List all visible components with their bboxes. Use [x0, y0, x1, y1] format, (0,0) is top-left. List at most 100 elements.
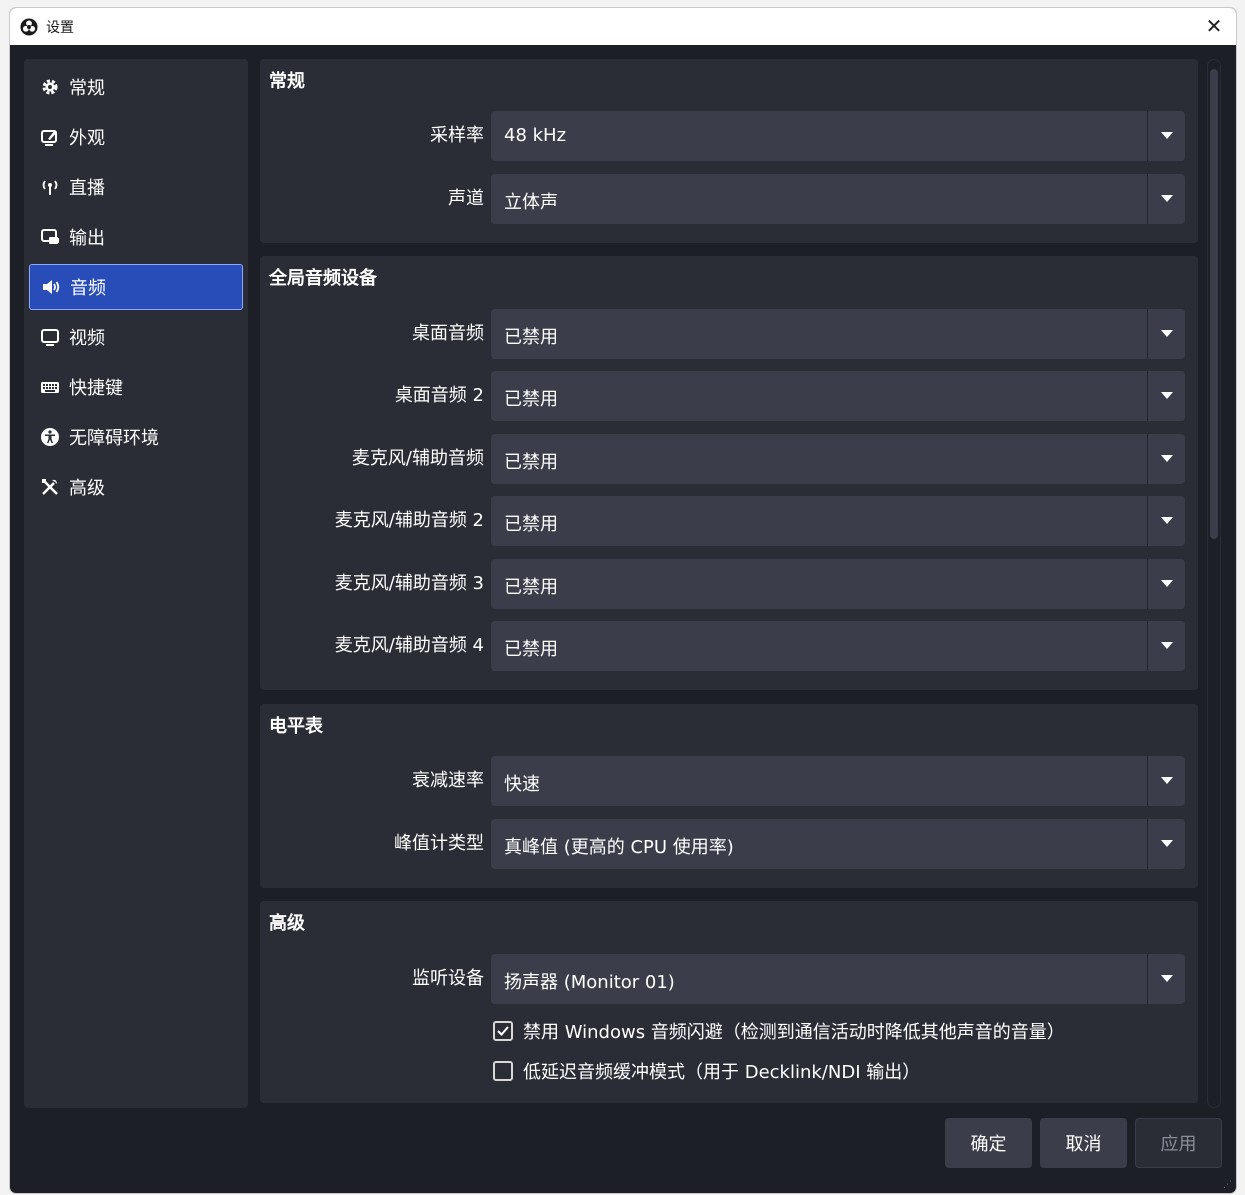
select-divider [1147, 111, 1148, 161]
select-value: 已禁用 [504, 577, 558, 598]
chevron-down-icon [1161, 777, 1173, 784]
antenna-icon [39, 176, 61, 198]
select-divider [1147, 496, 1148, 546]
global-audio-group: 全局音频设备 桌面音频 已禁用 桌面音频 2 已禁用 麦克风/辅助音频 已禁用 … [260, 256, 1198, 690]
peak-meter-type-select[interactable]: 真峰值 (更高的 CPU 使用率) [491, 819, 1185, 869]
close-icon: ✕ [1205, 14, 1223, 38]
window-title: 设置 [46, 19, 74, 36]
select-divider [1147, 434, 1148, 484]
decay-rate-label: 衰减速率 [412, 770, 484, 791]
sidebar-item-advanced[interactable]: 高级 [29, 464, 243, 510]
select-divider [1147, 756, 1148, 806]
chevron-down-icon [1161, 330, 1173, 337]
group-title: 电平表 [269, 716, 323, 737]
chevron-down-icon [1161, 132, 1173, 139]
chevron-down-icon [1161, 975, 1173, 982]
select-divider [1147, 371, 1148, 421]
select-divider [1147, 309, 1148, 359]
settings-sidebar: 常规 外观 直播 输出 音频 视频 快捷键 无障碍环境 高级 [24, 59, 248, 1108]
select-value: 已禁用 [504, 327, 558, 348]
cancel-button[interactable]: 取消 [1040, 1118, 1127, 1168]
desktop-audio-2-select[interactable]: 已禁用 [491, 371, 1185, 421]
output-icon [39, 226, 61, 248]
select-value: 真峰值 (更高的 CPU 使用率) [504, 837, 734, 858]
chevron-down-icon [1161, 840, 1173, 847]
group-title: 高级 [269, 913, 305, 934]
content-scrollbar[interactable] [1207, 59, 1221, 1108]
channels-select[interactable]: 立体声 [491, 174, 1185, 224]
sidebar-item-label: 视频 [69, 328, 105, 349]
decay-rate-select[interactable]: 快速 [491, 756, 1185, 806]
monitoring-device-select[interactable]: 扬声器 (Monitor 01) [491, 954, 1185, 1004]
meters-group: 电平表 衰减速率 快速 峰值计类型 真峰值 (更高的 CPU 使用率) [260, 704, 1198, 888]
settings-content: 常规 采样率 48 kHz 声道 立体声 全局音频设备 桌面音频 已禁用 桌面音… [260, 59, 1198, 1108]
mic-aux-4-label: 麦克风/辅助音频 4 [334, 635, 484, 656]
sidebar-item-label: 外观 [69, 128, 105, 149]
scroll-thumb[interactable] [1210, 69, 1218, 539]
checkmark-icon [497, 1026, 509, 1036]
sidebar-item-label: 高级 [69, 478, 105, 499]
select-value: 立体声 [504, 192, 558, 213]
settings-window: 设置 ✕ 常规 外观 直播 输出 音频 视频 快捷键 无障碍环境 高级 常规 采… [10, 8, 1236, 1193]
sidebar-item-stream[interactable]: 直播 [29, 164, 243, 210]
advanced-group: 高级 监听设备 扬声器 (Monitor 01) 禁用 Windows 音频闪避… [260, 901, 1198, 1103]
select-divider [1147, 174, 1148, 224]
low-latency-checkbox[interactable]: 低延迟音频缓冲模式（用于 Decklink/NDI 输出） [493, 1058, 920, 1084]
select-value: 已禁用 [504, 514, 558, 535]
monitor-icon [39, 326, 61, 348]
sidebar-item-label: 快捷键 [69, 378, 123, 399]
sidebar-item-video[interactable]: 视频 [29, 314, 243, 360]
sidebar-item-label: 常规 [69, 78, 105, 99]
ok-button[interactable]: 确定 [945, 1118, 1032, 1168]
mic-aux-3-select[interactable]: 已禁用 [491, 559, 1185, 609]
checkbox-label: 低延迟音频缓冲模式（用于 Decklink/NDI 输出） [523, 1062, 921, 1083]
chevron-down-icon [1161, 642, 1173, 649]
general-group: 常规 采样率 48 kHz 声道 立体声 [260, 59, 1198, 243]
select-value: 已禁用 [504, 389, 558, 410]
sidebar-item-hotkeys[interactable]: 快捷键 [29, 364, 243, 410]
sidebar-item-accessibility[interactable]: 无障碍环境 [29, 414, 243, 460]
select-value: 快速 [504, 774, 540, 795]
checkbox-checked[interactable] [493, 1021, 513, 1041]
group-title: 常规 [269, 71, 305, 92]
accessibility-icon [39, 426, 61, 448]
mic-aux-select[interactable]: 已禁用 [491, 434, 1185, 484]
select-divider [1147, 954, 1148, 1004]
mic-aux-2-select[interactable]: 已禁用 [491, 496, 1185, 546]
apply-button[interactable]: 应用 [1135, 1118, 1222, 1168]
mic-aux-4-select[interactable]: 已禁用 [491, 621, 1185, 671]
checkbox-unchecked[interactable] [493, 1061, 513, 1081]
select-divider [1147, 559, 1148, 609]
select-divider [1147, 819, 1148, 869]
chevron-down-icon [1161, 455, 1173, 462]
sample-rate-label: 采样率 [430, 125, 484, 146]
select-value: 已禁用 [504, 452, 558, 473]
appearance-icon [39, 126, 61, 148]
checkbox-label: 禁用 Windows 音频闪避（检测到通信活动时降低其他声音的音量） [523, 1022, 1065, 1043]
sidebar-item-appearance[interactable]: 外观 [29, 114, 243, 160]
disable-ducking-checkbox[interactable]: 禁用 Windows 音频闪避（检测到通信活动时降低其他声音的音量） [493, 1018, 1065, 1044]
close-button[interactable]: ✕ [1202, 14, 1226, 38]
chevron-down-icon [1161, 392, 1173, 399]
select-value: 48 kHz [504, 125, 567, 146]
chevron-down-icon [1161, 517, 1173, 524]
obs-logo-icon [20, 17, 38, 36]
mic-aux-3-label: 麦克风/辅助音频 3 [334, 573, 484, 594]
sidebar-item-general[interactable]: 常规 [29, 64, 243, 110]
mic-aux-2-label: 麦克风/辅助音频 2 [334, 510, 484, 531]
chevron-down-icon [1161, 580, 1173, 587]
resize-grip-icon[interactable]: ⋰ [1223, 1180, 1233, 1190]
sidebar-item-label: 直播 [69, 178, 105, 199]
sidebar-item-audio[interactable]: 音频 [29, 264, 243, 310]
desktop-audio-select[interactable]: 已禁用 [491, 309, 1185, 359]
title-bar: 设置 ✕ [10, 8, 1236, 45]
sidebar-item-output[interactable]: 输出 [29, 214, 243, 260]
monitoring-device-label: 监听设备 [412, 968, 484, 989]
speaker-icon [40, 276, 62, 298]
select-value: 已禁用 [504, 639, 558, 660]
sidebar-item-label: 音频 [70, 278, 106, 299]
chevron-down-icon [1161, 195, 1173, 202]
sidebar-item-label: 输出 [69, 228, 105, 249]
sample-rate-select[interactable]: 48 kHz [491, 111, 1185, 161]
desktop-audio-2-label: 桌面音频 2 [394, 385, 484, 406]
